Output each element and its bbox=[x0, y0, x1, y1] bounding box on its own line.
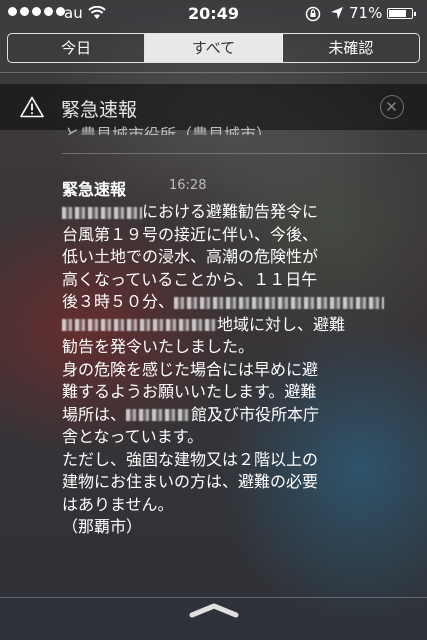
tab-missed[interactable]: 未確認 bbox=[283, 34, 419, 62]
notification-title: 緊急速報 bbox=[62, 180, 127, 199]
notification-line: 後３時５０分、 bbox=[62, 291, 412, 314]
battery-icon bbox=[387, 8, 416, 19]
notification-body: における避難勧告発令に 台風第１９号の接近に伴い、今後、 低い土地での浸水、高潮… bbox=[62, 201, 412, 539]
battery-percent: 71% bbox=[349, 4, 383, 22]
notification-line: 建物にお住まいの方は、避難の必要 bbox=[62, 472, 319, 491]
status-bar: au 20:49 71% bbox=[0, 0, 427, 28]
notification-line: 身の危険を感じた場合には早めに避 bbox=[62, 359, 319, 379]
divider bbox=[0, 597, 427, 598]
rotation-lock-icon bbox=[305, 6, 321, 26]
notification-line: 舎となっています。 bbox=[62, 427, 204, 446]
notification-line: 台風第１９号の接近に伴い、今後、 bbox=[62, 224, 319, 244]
divider bbox=[0, 72, 427, 73]
warning-triangle-icon bbox=[20, 96, 44, 122]
divider bbox=[62, 153, 427, 154]
notification-line: 地域に対し、避難 bbox=[62, 314, 412, 337]
section-title: 緊急速報 bbox=[61, 99, 138, 121]
notification-line: における避難勧告発令に bbox=[62, 201, 412, 224]
tab-all[interactable]: すべて bbox=[145, 34, 283, 62]
redacted-text bbox=[126, 409, 192, 421]
previous-notification-cutoff[interactable]: と豊見城市役所（豊見城市） bbox=[64, 119, 272, 135]
location-arrow-icon bbox=[330, 6, 344, 24]
notification-line: 難するようお願いいたします。避難 bbox=[62, 382, 317, 401]
notification-line: ただし、強固な建物又は２階以上の bbox=[62, 449, 319, 469]
redacted-text bbox=[174, 296, 385, 309]
notification-line: はありません。 bbox=[62, 494, 174, 514]
notification-line: 低い土地での浸水、高潮の危険性が bbox=[62, 247, 319, 266]
redacted-text bbox=[62, 206, 142, 219]
tab-today[interactable]: 今日 bbox=[8, 34, 146, 62]
pull-up-handle-icon[interactable] bbox=[188, 601, 240, 623]
notification-center-tabs: 今日 すべて 未確認 bbox=[7, 33, 420, 63]
clear-section-icon[interactable] bbox=[380, 95, 404, 119]
notification-line: 場所は、 館及び市役所本庁 bbox=[62, 404, 320, 424]
notification-line: （那覇市） bbox=[62, 517, 143, 536]
notification-line: 高くなっていることから、１１日午 bbox=[62, 269, 318, 289]
redacted-text bbox=[62, 319, 217, 331]
notification-time: 16:28 bbox=[169, 178, 207, 193]
notification-line: 勧告を発令いたしました。 bbox=[62, 337, 255, 356]
